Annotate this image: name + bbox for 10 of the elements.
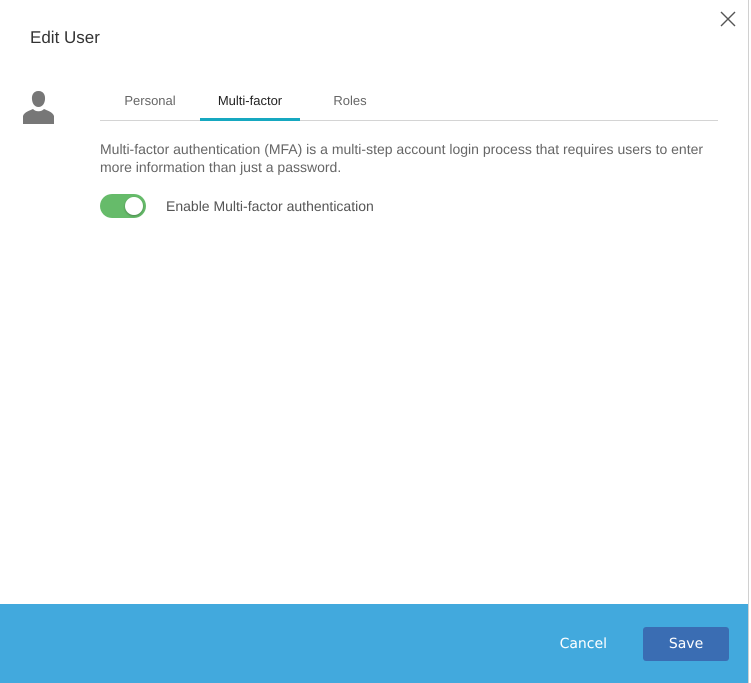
close-icon[interactable] <box>720 11 736 27</box>
tab[interactable]: Personal <box>100 90 200 121</box>
toggle-label: Enable Multi-factor authentication <box>166 198 374 214</box>
tab[interactable]: Roles <box>300 90 400 121</box>
save-button[interactable]: Save <box>643 626 729 660</box>
dialog-title: Edit User <box>30 28 100 48</box>
user-avatar-icon <box>22 90 55 124</box>
description-text: Multi-factor authentication (MFA) is a multi-step account login process that requires users to enter more information than just a password. <box>100 140 704 176</box>
mfa-toggle[interactable] <box>100 194 146 218</box>
tab[interactable]: Multi-factor <box>200 90 300 121</box>
